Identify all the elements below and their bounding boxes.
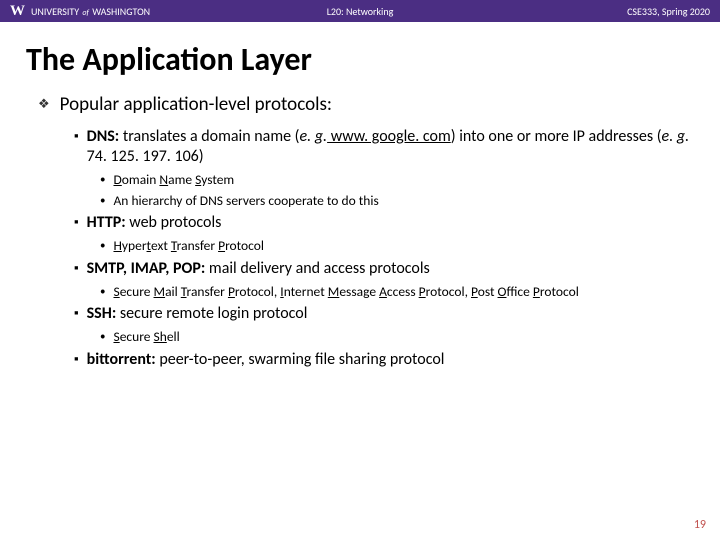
dot-bullet-icon: • (100, 283, 105, 300)
square-bullet-icon: ▪ (74, 304, 79, 324)
dns-eg2: e. g. (662, 127, 690, 146)
dns-text2: ) into one or more IP addresses ( (451, 127, 662, 146)
dns-text3: 74. 125. 197. 106) (87, 147, 204, 166)
dns-line: DNS: translates a domain name (e. g. www… (87, 127, 690, 167)
lvl1-text: Popular application-level protocols: (60, 93, 332, 116)
bullet-smtp-sub: • Secure Mail Transfer Protocol, Interne… (100, 283, 690, 301)
bullet-dns-sub1: • Domain Name System (100, 171, 690, 189)
bullet-bittorrent: ▪ bittorrent: peer-to-peer, swarming fil… (74, 350, 690, 370)
lecture-label: L20: Networking (327, 5, 394, 18)
square-bullet-icon: ▪ (74, 213, 79, 233)
dns-acronym: Domain Name System (113, 171, 234, 189)
bullet-ssh-sub: • Secure Shell (100, 328, 690, 346)
bullet-http: ▪ HTTP: web protocols (74, 213, 690, 233)
bullet-dns-sub2: • An hierarchy of DNS servers cooperate … (100, 192, 690, 210)
ssh-line: SSH: secure remote login protocol (87, 304, 308, 324)
dns-text1: translates a domain name ( (119, 127, 299, 146)
ssh-acronym: Secure Shell (113, 328, 179, 346)
dot-bullet-icon: • (100, 171, 105, 188)
univ-name: WASHINGTON (92, 5, 150, 18)
square-bullet-icon: ▪ (74, 350, 79, 370)
bullet-dns: ▪ DNS: translates a domain name (e. g. w… (74, 127, 690, 167)
square-bullet-icon: ▪ (74, 127, 79, 147)
header-bar: W UNIVERSITY of WASHINGTON L20: Networki… (0, 0, 720, 22)
bullet-level1: ❖ Popular application-level protocols: (38, 93, 690, 117)
dot-bullet-icon: • (100, 192, 105, 209)
bullet-http-sub: • Hypertext Transfer Protocol (100, 237, 690, 255)
dot-bullet-icon: • (100, 237, 105, 254)
bullet-smtp: ▪ SMTP, IMAP, POP: mail delivery and acc… (74, 259, 690, 279)
smtp-acronym: Secure Mail Transfer Protocol, Internet … (113, 283, 578, 301)
univ-of: of (82, 8, 89, 18)
dns-label: DNS: (87, 127, 120, 146)
course-label: CSE333, Spring 2020 (627, 5, 710, 18)
page-number: 19 (694, 518, 706, 532)
university-text: UNIVERSITY of WASHINGTON (31, 5, 150, 18)
http-acronym: Hypertext Transfer Protocol (113, 237, 264, 255)
slide-title: The Application Layer (26, 40, 720, 79)
dns-link: www. google. com (327, 127, 451, 146)
university-logo: W UNIVERSITY of WASHINGTON (10, 3, 150, 20)
slide-content: ❖ Popular application-level protocols: ▪… (0, 93, 720, 370)
dot-bullet-icon: • (100, 328, 105, 345)
dns-sub2-text: An hierarchy of DNS servers cooperate to… (113, 192, 378, 210)
square-bullet-icon: ▪ (74, 259, 79, 279)
bullet-ssh: ▪ SSH: secure remote login protocol (74, 304, 690, 324)
univ-prefix: UNIVERSITY (31, 5, 79, 18)
diamond-bullet-icon: ❖ (38, 93, 50, 117)
bt-line: bittorrent: peer-to-peer, swarming file … (87, 350, 445, 370)
slide: W UNIVERSITY of WASHINGTON L20: Networki… (0, 0, 720, 540)
smtp-line: SMTP, IMAP, POP: mail delivery and acces… (87, 259, 430, 279)
uw-w-icon: W (10, 3, 25, 20)
http-line: HTTP: web protocols (87, 213, 222, 233)
dns-eg1: e. g. (300, 127, 328, 146)
